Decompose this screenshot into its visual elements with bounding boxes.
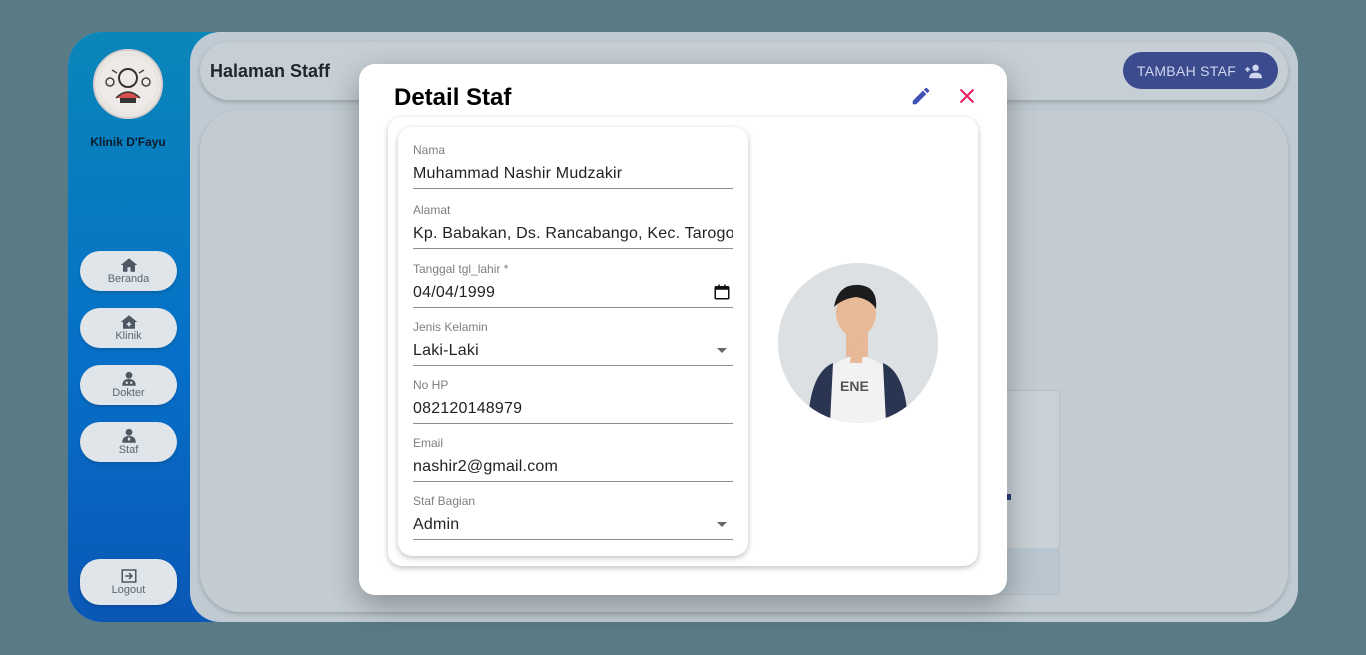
staff-form: Nama Muhammad Nashir Mudzakir Alamat Kp.…	[398, 127, 748, 556]
close-icon	[960, 89, 974, 103]
page-title: Halaman Staff	[210, 61, 331, 81]
nav-dokter-label: Dokter	[112, 387, 145, 399]
alamat-value: Kp. Babakan, Ds. Rancabango, Kec. Tarogo…	[413, 225, 733, 242]
nama-value: Muhammad Nashir Mudzakir	[413, 165, 623, 182]
dialog-title: Detail Staf	[394, 84, 512, 111]
alamat-label: Alamat	[413, 203, 451, 217]
add-staff-button[interactable]: TAMBAH STAF	[1123, 52, 1278, 89]
nav-klinik-label: Klinik	[115, 330, 142, 342]
person-add-icon	[1245, 64, 1263, 78]
close-button[interactable]	[953, 82, 981, 110]
staf-bagian-select[interactable]: Staf Bagian Admin	[413, 490, 733, 540]
logout-button[interactable]: Logout	[80, 559, 177, 605]
staff-photo: ENE	[778, 263, 938, 423]
staff-portrait: ENE	[778, 263, 938, 423]
logout-label: Logout	[111, 584, 146, 596]
nav-staf[interactable]: Staf	[80, 422, 177, 462]
staff-icon	[121, 428, 136, 443]
tanggal-lahir-label: Tanggal tgl_lahir *	[413, 262, 509, 276]
jenis-kelamin-select[interactable]: Jenis Kelamin Laki-Laki	[413, 316, 733, 366]
home-icon	[120, 258, 137, 272]
nav-staf-label: Staf	[118, 444, 139, 456]
clinic-icon	[120, 315, 137, 329]
clinic-logo	[93, 49, 163, 119]
nav-dokter[interactable]: Dokter	[80, 365, 177, 405]
clinic-logo-icon	[100, 56, 156, 112]
nav-beranda-label: Beranda	[107, 273, 150, 285]
logout-icon	[121, 569, 136, 583]
detail-staff-dialog: Detail Staf Nama Muhammad Nashir Mudzaki…	[359, 64, 1007, 595]
no-hp-label: No HP	[413, 378, 449, 392]
pencil-icon	[912, 87, 930, 105]
jenis-kelamin-value: Laki-Laki	[413, 342, 479, 359]
jenis-kelamin-label: Jenis Kelamin	[413, 320, 488, 334]
staf-bagian-label: Staf Bagian	[413, 494, 476, 508]
svg-text:ENE: ENE	[840, 378, 869, 394]
no-hp-field[interactable]: No HP 082120148979	[413, 374, 733, 424]
doctor-icon	[121, 371, 136, 386]
calendar-icon[interactable]	[713, 283, 731, 301]
email-label: Email	[413, 436, 444, 450]
alamat-field[interactable]: Alamat Kp. Babakan, Ds. Rancabango, Kec.…	[413, 199, 733, 249]
dropdown-arrow-icon	[713, 515, 731, 533]
email-field[interactable]: Email nashir2@gmail.com	[413, 432, 733, 482]
nav-klinik[interactable]: Klinik	[80, 308, 177, 348]
table-link-fragment	[1007, 494, 1011, 500]
dropdown-arrow-icon	[713, 341, 731, 359]
add-staff-label: TAMBAH STAF	[1136, 62, 1237, 79]
no-hp-value: 082120148979	[413, 400, 523, 417]
tanggal-lahir-value: 04/04/1999	[413, 284, 496, 301]
email-value: nashir2@gmail.com	[413, 458, 559, 475]
tanggal-lahir-field[interactable]: Tanggal tgl_lahir * 04/04/1999	[413, 258, 733, 308]
edit-button[interactable]	[907, 82, 935, 110]
nama-label: Nama	[413, 143, 446, 157]
nav-beranda[interactable]: Beranda	[80, 251, 177, 291]
staf-bagian-value: Admin	[413, 516, 460, 533]
clinic-name: Klinik D'Fayu	[90, 135, 166, 149]
nama-field[interactable]: Nama Muhammad Nashir Mudzakir	[413, 139, 733, 189]
detail-card: Nama Muhammad Nashir Mudzakir Alamat Kp.…	[388, 117, 978, 566]
